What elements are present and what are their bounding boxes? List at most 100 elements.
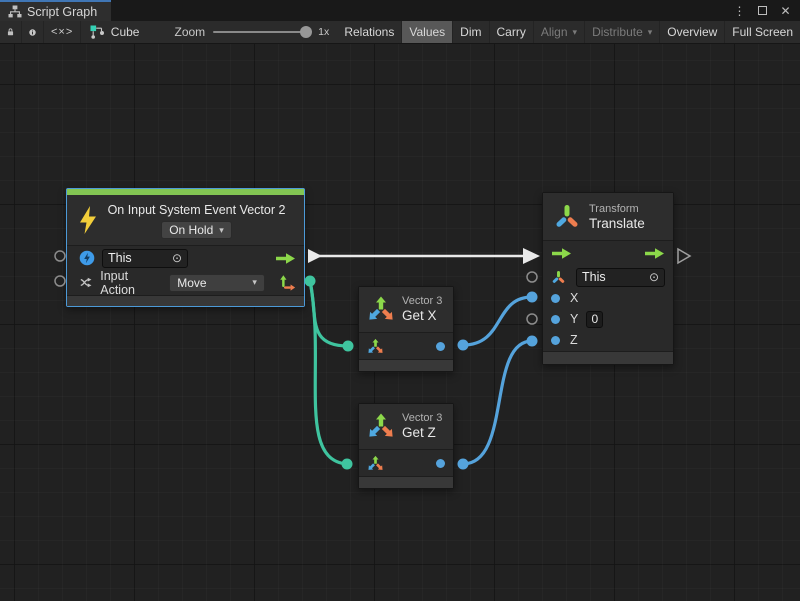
port-dot-getx-in[interactable]	[343, 341, 354, 352]
overview-button[interactable]: Overview	[660, 21, 725, 43]
dim-button[interactable]: Dim	[453, 21, 489, 43]
transform-mini-icon	[551, 270, 566, 285]
script-graph-icon	[90, 25, 105, 39]
translate-x-row: X	[543, 288, 673, 309]
distribute-button[interactable]: Distribute ▾	[585, 21, 660, 43]
event-node-title: On Input System Event Vector 2	[108, 203, 286, 217]
flow-connection-start-arrow	[308, 249, 322, 263]
values-button[interactable]: Values	[402, 21, 453, 43]
vector3-input-port-icon[interactable]	[367, 455, 384, 472]
port-dot-getz-out[interactable]	[458, 459, 469, 470]
flow-connection-end-arrow	[523, 248, 540, 264]
port-empty-event-flow-in[interactable]	[55, 251, 65, 261]
port-empty-translate-y-in[interactable]	[527, 314, 537, 324]
tab-bar: Script Graph ⋮ ✕	[0, 0, 800, 21]
translate-z-port[interactable]	[551, 336, 560, 345]
chevron-down-icon: ▾	[219, 225, 224, 236]
port-dot-translate-z-in[interactable]	[527, 336, 538, 347]
port-empty-translate-flow-out[interactable]	[678, 249, 690, 263]
translate-x-port[interactable]	[551, 294, 560, 303]
fullscreen-button[interactable]: Full Screen	[725, 21, 800, 43]
input-action-dropdown[interactable]: Move ▾	[169, 274, 265, 292]
self-gameobject-icon	[79, 250, 95, 266]
get-z-category: Vector 3	[402, 411, 442, 425]
connection-vector2-to-getz[interactable]	[310, 281, 347, 464]
port-dot-translate-x-in[interactable]	[527, 292, 538, 303]
vector2-output-icon[interactable]	[279, 274, 296, 292]
graph-target-button[interactable]: Cube	[83, 21, 147, 43]
close-icon[interactable]: ✕	[777, 2, 794, 19]
maximize-icon[interactable]	[754, 2, 771, 19]
translate-y-label: Y	[570, 312, 578, 326]
menu-kebab-icon[interactable]: ⋮	[731, 2, 748, 19]
port-empty-event-target-in[interactable]	[55, 276, 65, 286]
event-mode-dropdown[interactable]: On Hold ▾	[161, 221, 232, 239]
translate-y-value-field[interactable]: 0	[586, 311, 603, 328]
connection-getx-to-translate-x[interactable]	[463, 297, 532, 345]
port-dot-vector2-out[interactable]	[305, 276, 316, 287]
info-icon	[29, 26, 36, 39]
translate-category: Transform	[589, 202, 645, 216]
event-this-row: This ⊙	[67, 245, 304, 270]
translate-y-port[interactable]	[551, 315, 560, 324]
graph-canvas[interactable]: On Input System Event Vector 2 On Hold ▾…	[0, 44, 800, 601]
tab-label: Script Graph	[27, 5, 97, 19]
object-picker-icon[interactable]: ⊙	[649, 271, 659, 283]
event-node-footer	[67, 295, 304, 306]
unity-script-graph-window: Script Graph ⋮ ✕ <×>	[0, 0, 800, 601]
node-on-input-system-event[interactable]: On Input System Event Vector 2 On Hold ▾…	[66, 188, 305, 307]
relations-button[interactable]: Relations	[337, 21, 402, 43]
get-x-footer	[359, 359, 453, 371]
node-get-x[interactable]: Vector 3 Get X	[358, 286, 454, 372]
align-button[interactable]: Align ▾	[534, 21, 585, 43]
flow-output-arrow-icon[interactable]	[275, 252, 296, 265]
port-empty-translate-this-in[interactable]	[527, 272, 537, 282]
vector3-icon	[367, 295, 395, 323]
carry-button[interactable]: Carry	[490, 21, 534, 43]
node-transform-translate[interactable]: Transform Translate	[542, 192, 674, 365]
translate-z-label: Z	[570, 333, 578, 347]
node-get-z[interactable]: Vector 3 Get Z	[358, 403, 454, 489]
translate-y-row: Y 0	[543, 309, 673, 330]
translate-flow-row	[543, 240, 673, 266]
event-action-row: Input Action Move ▾	[67, 270, 304, 295]
input-action-label: Input Action	[100, 269, 162, 297]
vector3-input-port-icon[interactable]	[367, 338, 384, 355]
event-this-field[interactable]: This ⊙	[102, 249, 188, 268]
get-x-output-port[interactable]	[436, 342, 445, 351]
get-z-footer	[359, 476, 453, 488]
port-dot-getx-out[interactable]	[458, 340, 469, 351]
flow-output-arrow-icon[interactable]	[644, 247, 665, 260]
zoom-slider[interactable]	[213, 31, 310, 33]
graph-target-label: Cube	[111, 25, 140, 39]
translate-this-field[interactable]: This ⊙	[576, 268, 665, 287]
tab-script-graph[interactable]: Script Graph	[0, 0, 111, 21]
graph-tree-icon	[8, 5, 22, 18]
window-controls: ⋮ ✕	[731, 0, 800, 21]
chevron-down-icon: ▾	[648, 27, 653, 38]
zoom-control: Zoom 1x	[166, 21, 337, 43]
input-action-icon	[79, 275, 93, 290]
connection-vector2-to-getx[interactable]	[310, 281, 348, 346]
code-view-button[interactable]: <×>	[44, 21, 81, 43]
connection-getz-to-translate-z[interactable]	[463, 341, 532, 464]
get-x-category: Vector 3	[402, 294, 442, 308]
zoom-slider-handle[interactable]	[300, 26, 312, 38]
lock-button[interactable]	[0, 21, 22, 43]
info-button[interactable]	[22, 21, 44, 43]
chevron-down-icon: ▾	[573, 27, 578, 38]
translate-z-row: Z	[543, 329, 673, 351]
zoom-level: 1x	[318, 26, 329, 38]
get-z-name: Get Z	[402, 425, 442, 441]
translate-footer	[543, 351, 673, 364]
object-picker-icon[interactable]: ⊙	[172, 252, 182, 264]
transform-icon	[553, 203, 581, 231]
port-dot-getz-in[interactable]	[342, 459, 353, 470]
lock-icon	[7, 25, 14, 39]
translate-name: Translate	[589, 216, 645, 232]
chevron-down-icon: ▾	[252, 277, 257, 288]
get-z-output-port[interactable]	[436, 459, 445, 468]
code-icon: <×>	[51, 26, 73, 38]
flow-input-arrow-icon[interactable]	[551, 247, 572, 260]
graph-toolbar: <×> Cube Zoom 1x Relations Values Dim Ca…	[0, 21, 800, 44]
